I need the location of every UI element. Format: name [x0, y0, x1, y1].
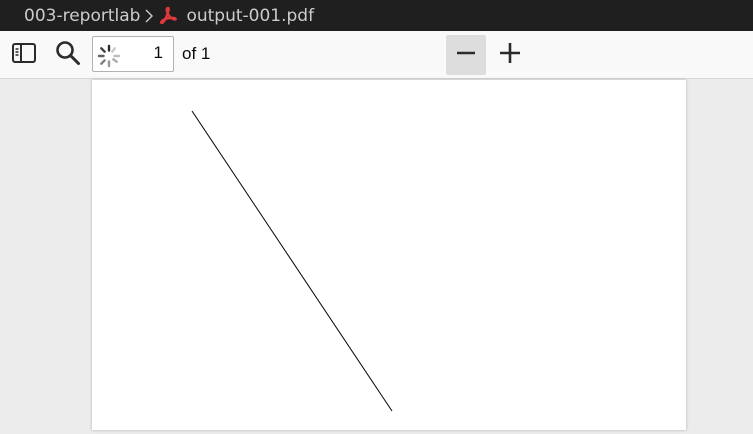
- zoom-out-button[interactable]: [446, 35, 486, 75]
- zoom-in-button[interactable]: [490, 35, 530, 75]
- breadcrumb: 003-reportlab output-001.pdf: [0, 0, 753, 31]
- minus-icon: [455, 42, 477, 68]
- page-number-input[interactable]: [123, 43, 163, 63]
- pdf-toolbar: of 1: [0, 31, 753, 79]
- sidebar-toggle-icon: [12, 43, 36, 67]
- sidebar-toggle-button[interactable]: [4, 35, 44, 75]
- breadcrumb-file[interactable]: output-001.pdf: [186, 6, 314, 26]
- chevron-right-icon: [140, 0, 158, 31]
- page-count-label: of 1: [182, 44, 211, 63]
- plus-icon: [499, 42, 521, 68]
- pdf-page: [92, 80, 686, 430]
- search-icon: [55, 40, 81, 70]
- breadcrumb-folder[interactable]: 003-reportlab: [24, 6, 140, 26]
- page-drawing: [191, 110, 393, 412]
- loading-spinner-icon: [97, 44, 121, 72]
- pdf-file-icon: [158, 6, 180, 28]
- page-number-field[interactable]: [92, 36, 174, 72]
- pdf-viewer[interactable]: [0, 80, 753, 430]
- drawn-line: [191, 110, 393, 412]
- search-button[interactable]: [48, 35, 88, 75]
